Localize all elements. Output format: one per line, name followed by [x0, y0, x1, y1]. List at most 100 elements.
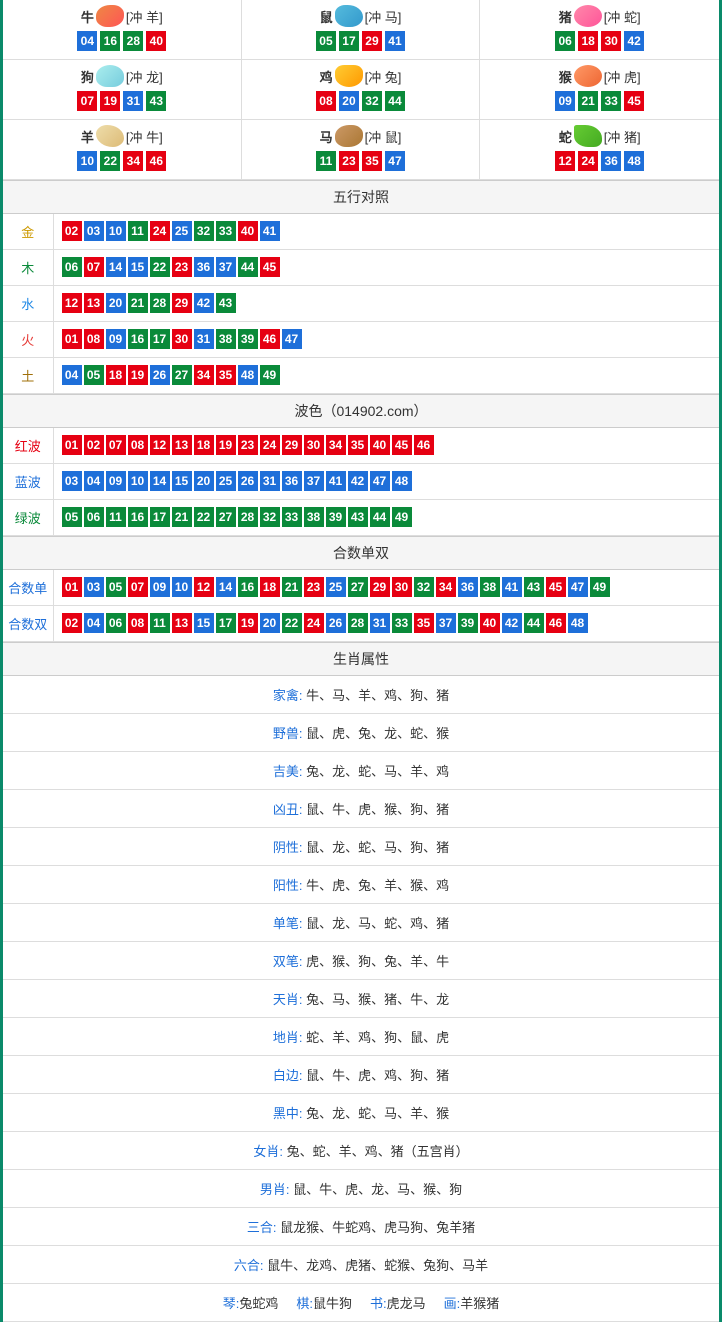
number-badge: 04 — [62, 365, 82, 385]
row-numbers: 05061116172122272832333839434449 — [53, 500, 719, 536]
number-badge: 23 — [339, 151, 359, 171]
number-badge: 43 — [348, 507, 368, 527]
number-badge: 37 — [304, 471, 324, 491]
attr-value: 兔蛇鸡 — [239, 1296, 278, 1311]
number-badge: 26 — [238, 471, 258, 491]
number-badge: 27 — [216, 507, 236, 527]
number-badge: 24 — [150, 221, 170, 241]
zodiac-cell: 猪[冲 蛇]06183042 — [480, 0, 719, 60]
number-badge: 22 — [150, 257, 170, 277]
number-badge: 09 — [106, 471, 126, 491]
attr-label: 地肖: — [273, 1030, 303, 1045]
number-badge: 37 — [216, 257, 236, 277]
attr-row: 白边: 鼠、牛、虎、鸡、狗、猪 — [3, 1056, 719, 1094]
zodiac-clash: [冲 龙] — [126, 67, 163, 86]
attr-row: 野兽: 鼠、虎、兔、龙、蛇、猴 — [3, 714, 719, 752]
number-badge: 07 — [128, 577, 148, 597]
attr-label: 野兽: — [273, 726, 303, 741]
number-badge: 11 — [106, 507, 126, 527]
attr-value: 羊猴猪 — [460, 1296, 499, 1311]
number-badge: 43 — [524, 577, 544, 597]
number-badge: 05 — [84, 365, 104, 385]
number-badge: 19 — [128, 365, 148, 385]
zodiac-icon — [335, 5, 363, 27]
attr-row: 六合: 鼠牛、龙鸡、虎猪、蛇猴、兔狗、马羊 — [3, 1246, 719, 1284]
number-badge: 32 — [260, 507, 280, 527]
row-label: 红波 — [3, 428, 53, 464]
zodiac-cell: 猴[冲 虎]09213345 — [480, 60, 719, 120]
number-badge: 35 — [414, 613, 434, 633]
attr-value: 鼠、牛、虎、龙、马、猴、狗 — [290, 1182, 463, 1197]
table-row: 蓝波03040910141520252631363741424748 — [3, 464, 719, 500]
attr-value: 鼠、牛、虎、猴、狗、猪 — [303, 802, 450, 817]
number-badge: 02 — [84, 435, 104, 455]
number-badge: 18 — [194, 435, 214, 455]
number-badge: 08 — [128, 435, 148, 455]
number-badge: 21 — [172, 507, 192, 527]
number-badge: 03 — [84, 221, 104, 241]
number-badge: 34 — [194, 365, 214, 385]
attrs-list: 家禽: 牛、马、羊、鸡、狗、猪野兽: 鼠、虎、兔、龙、蛇、猴吉美: 兔、龙、蛇、… — [3, 676, 719, 1322]
zodiac-numbers: 07193143 — [3, 91, 241, 111]
zodiac-name: 鸡 — [320, 67, 333, 86]
number-badge: 49 — [392, 507, 412, 527]
bose-table: 红波0102070812131819232429303435404546蓝波03… — [3, 428, 719, 536]
number-badge: 36 — [458, 577, 478, 597]
attr-row: 男肖: 鼠、牛、虎、龙、马、猴、狗 — [3, 1170, 719, 1208]
attr-value: 虎龙马 — [387, 1296, 426, 1311]
number-badge: 33 — [601, 91, 621, 111]
row-label: 木 — [3, 250, 53, 286]
section-header-shengxiao: 生肖属性 — [3, 642, 719, 676]
number-badge: 11 — [128, 221, 148, 241]
number-badge: 02 — [62, 613, 82, 633]
number-badge: 22 — [194, 507, 214, 527]
number-badge: 02 — [62, 221, 82, 241]
number-badge: 38 — [304, 507, 324, 527]
number-badge: 47 — [385, 151, 405, 171]
number-badge: 34 — [326, 435, 346, 455]
number-badge: 04 — [77, 31, 97, 51]
zodiac-name: 猴 — [559, 67, 572, 86]
number-badge: 12 — [62, 293, 82, 313]
number-badge: 15 — [128, 257, 148, 277]
number-badge: 01 — [62, 329, 82, 349]
number-badge: 17 — [339, 31, 359, 51]
attr-row: 吉美: 兔、龙、蛇、马、羊、鸡 — [3, 752, 719, 790]
number-badge: 22 — [100, 151, 120, 171]
number-badge: 09 — [555, 91, 575, 111]
number-badge: 18 — [106, 365, 126, 385]
number-badge: 49 — [590, 577, 610, 597]
attr-row: 阳性: 牛、虎、兔、羊、猴、鸡 — [3, 866, 719, 904]
number-badge: 41 — [385, 31, 405, 51]
attr-label: 天肖: — [273, 992, 303, 1007]
zodiac-cell: 鸡[冲 兔]08203244 — [242, 60, 481, 120]
number-badge: 36 — [194, 257, 214, 277]
row-label: 金 — [3, 214, 53, 250]
attr-label: 棋: — [296, 1296, 313, 1311]
row-numbers: 0204060811131517192022242628313335373940… — [53, 606, 719, 642]
zodiac-numbers: 12243648 — [480, 151, 719, 171]
number-badge: 20 — [106, 293, 126, 313]
number-badge: 45 — [624, 91, 644, 111]
number-badge: 19 — [216, 435, 236, 455]
attr-value: 鼠龙猴、牛蛇鸡、虎马狗、兔羊猪 — [277, 1220, 476, 1235]
zodiac-name: 猪 — [559, 7, 572, 26]
number-badge: 44 — [370, 507, 390, 527]
attr-value: 鼠牛、龙鸡、虎猪、蛇猴、兔狗、马羊 — [264, 1258, 489, 1273]
attr-label: 三合: — [247, 1220, 277, 1235]
zodiac-cell: 牛[冲 羊]04162840 — [3, 0, 242, 60]
zodiac-cell: 鼠[冲 马]05172941 — [242, 0, 481, 60]
table-row: 水1213202128294243 — [3, 286, 719, 322]
number-badge: 42 — [502, 613, 522, 633]
number-badge: 48 — [238, 365, 258, 385]
zodiac-cell: 蛇[冲 猪]12243648 — [480, 120, 719, 180]
zodiac-cell: 狗 [冲 龙] 07193143 — [3, 60, 242, 120]
number-badge: 23 — [172, 257, 192, 277]
zodiac-icon — [574, 65, 602, 87]
number-badge: 47 — [282, 329, 302, 349]
number-badge: 40 — [146, 31, 166, 51]
attr-value: 鼠、龙、蛇、马、狗、猪 — [303, 840, 450, 855]
zodiac-name: 狗 — [81, 67, 94, 86]
zodiac-name: 马 — [320, 127, 333, 146]
attr-value: 兔、马、猴、猪、牛、龙 — [303, 992, 450, 1007]
